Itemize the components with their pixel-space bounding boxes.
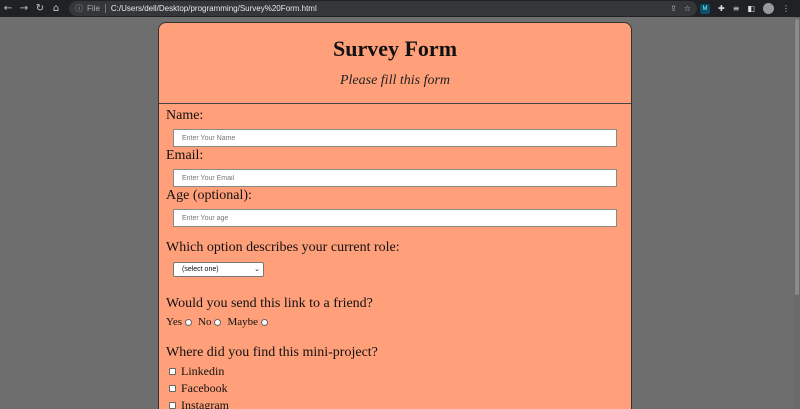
browser-toolbar: ← → ↻ ⌂ ⓘ File C:/Users/dell/Desktop/pro… bbox=[0, 0, 800, 17]
form-body: Name: Email: Age (optional): Which optio… bbox=[159, 107, 631, 409]
page-scrollbar[interactable] bbox=[794, 17, 800, 409]
radio-yes[interactable] bbox=[185, 318, 193, 326]
where-question: Where did you find this mini-project? bbox=[166, 345, 378, 360]
address-divider bbox=[104, 4, 106, 13]
checkbox-row-facebook[interactable]: Facebook bbox=[169, 381, 624, 396]
back-icon[interactable]: ← bbox=[0, 0, 16, 17]
reading-list-icon[interactable]: ≡ bbox=[733, 4, 740, 13]
address-bar[interactable]: ⓘ File C:/Users/dell/Desktop/programming… bbox=[69, 1, 697, 16]
radio-label-no: No bbox=[198, 316, 212, 328]
info-icon[interactable]: ⓘ bbox=[75, 3, 83, 14]
radio-label-yes: Yes bbox=[166, 316, 183, 328]
form-title: Survey Form bbox=[332, 36, 458, 61]
url-text[interactable]: C:/Users/dell/Desktop/programming/Survey… bbox=[111, 4, 317, 13]
radio-no[interactable] bbox=[214, 318, 222, 326]
form-header: Survey Form Please fill this form bbox=[159, 23, 631, 104]
checkbox-label-instagram: Instagram bbox=[181, 398, 229, 409]
puzzle-extensions-icon[interactable]: ✚ bbox=[718, 4, 725, 13]
role-question: Which option describes your current role… bbox=[166, 240, 400, 255]
scrollbar-thumb[interactable] bbox=[795, 19, 799, 295]
checkbox-label-linkedin: Linkedin bbox=[181, 364, 225, 378]
survey-form-card: Survey Form Please fill this form Name: … bbox=[158, 22, 632, 409]
email-input[interactable] bbox=[173, 169, 617, 187]
checkbox-facebook[interactable] bbox=[169, 385, 176, 392]
role-select[interactable]: (select one) ⌄ bbox=[173, 262, 264, 277]
friend-question: Would you send this link to a friend? bbox=[166, 296, 373, 311]
checkbox-row-linkedin[interactable]: Linkedin bbox=[169, 364, 624, 379]
role-select-value: (select one) bbox=[182, 266, 219, 273]
reload-icon[interactable]: ↻ bbox=[32, 0, 48, 17]
profile-avatar-icon[interactable] bbox=[762, 3, 774, 14]
kebab-menu-icon[interactable]: ⋮ bbox=[782, 4, 790, 13]
radio-label-maybe: Maybe bbox=[227, 316, 259, 328]
name-input[interactable] bbox=[173, 129, 617, 147]
age-input[interactable] bbox=[173, 209, 617, 227]
checkbox-linkedin[interactable] bbox=[169, 368, 176, 375]
side-panel-icon[interactable]: ◧ bbox=[747, 4, 755, 13]
friend-radio-group: Yes No Maybe bbox=[166, 316, 624, 328]
bookmark-star-icon[interactable]: ☆ bbox=[684, 4, 691, 13]
email-label: Email: bbox=[166, 148, 204, 163]
form-subtitle: Please fill this form bbox=[339, 73, 451, 88]
checkbox-row-instagram[interactable]: Instagram bbox=[169, 398, 624, 409]
radio-maybe[interactable] bbox=[261, 318, 269, 326]
share-icon[interactable]: ⇪ bbox=[670, 4, 677, 13]
checkbox-instagram[interactable] bbox=[169, 402, 176, 409]
age-label: Age (optional): bbox=[166, 188, 252, 203]
extension-icon[interactable]: M bbox=[700, 3, 710, 14]
name-label: Name: bbox=[166, 108, 204, 123]
forward-icon[interactable]: → bbox=[16, 0, 32, 17]
home-icon[interactable]: ⌂ bbox=[48, 0, 64, 17]
file-scheme-label: File bbox=[87, 4, 100, 13]
chevron-down-icon: ⌄ bbox=[254, 266, 260, 273]
checkbox-label-facebook: Facebook bbox=[181, 381, 228, 395]
